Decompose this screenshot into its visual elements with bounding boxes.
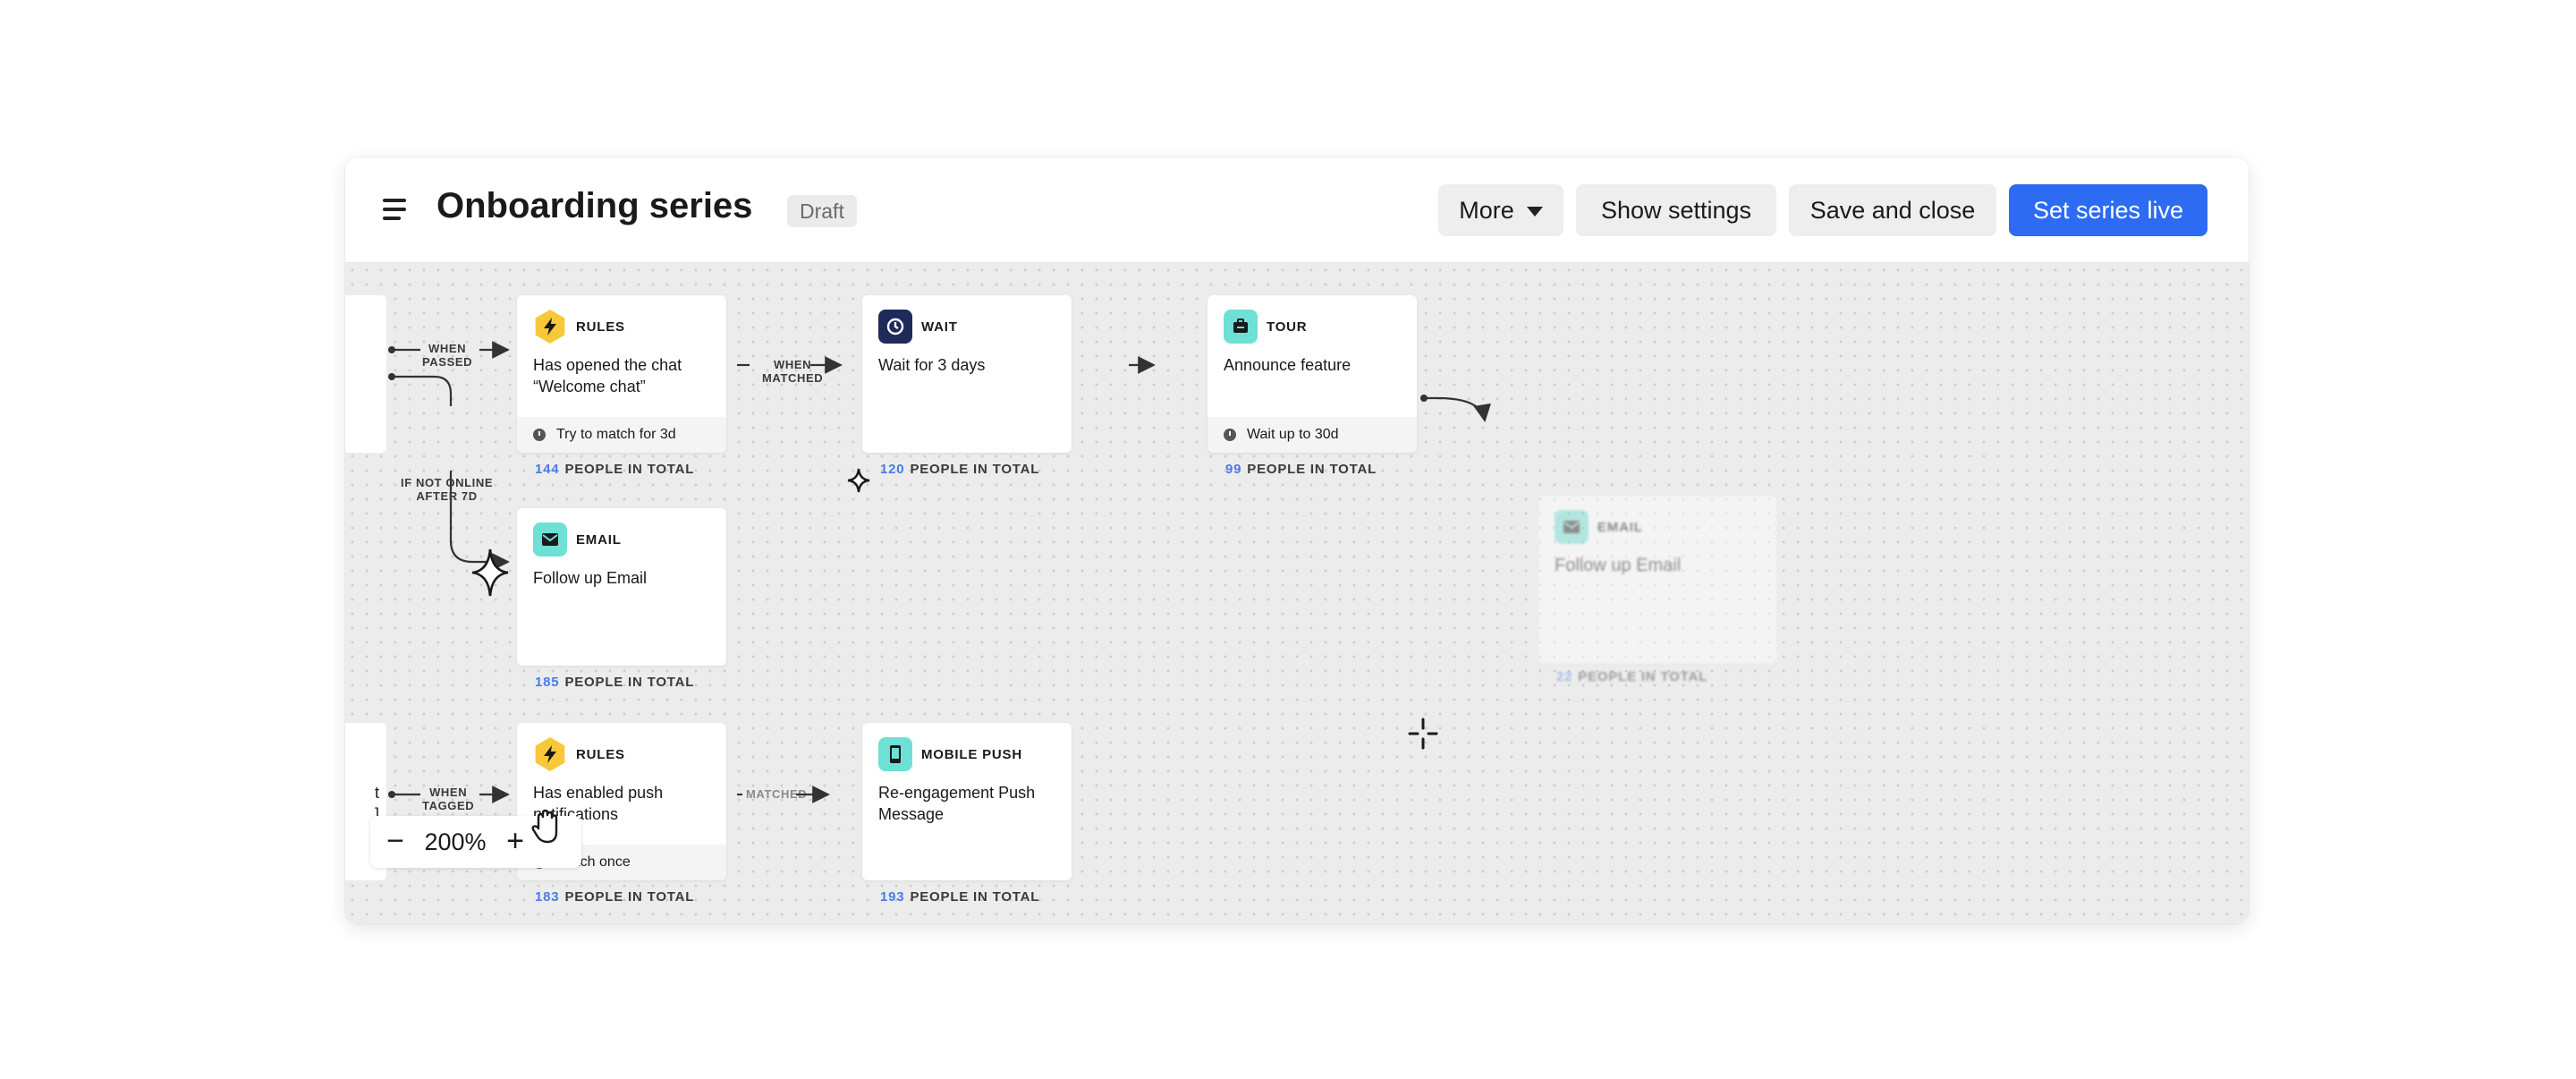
zoom-level: 200% [424,828,487,855]
set-series-live-button[interactable]: Set series live [2009,184,2207,236]
card-type-label: TOUR [1267,319,1308,335]
card-text: Wait for 3 days [878,356,986,374]
connector-line [392,375,453,406]
wait-card[interactable]: WAIT Wait for 3 days [862,295,1072,453]
connector-label-when-matched: WHEN MATCHED [762,358,824,385]
show-settings-button[interactable]: Show settings [1576,184,1776,236]
sparkle-icon [847,468,870,493]
connector-dot [388,373,395,380]
card-type-label: RULES [576,747,625,762]
email-icon [1555,510,1589,544]
card-text: Follow up Email [533,569,648,587]
dragging-email-card[interactable]: EMAIL Follow up Email 22 PEOPLE IN TOTAL [1538,496,1780,684]
hamburger-menu-icon[interactable] [383,197,408,222]
card-type-label: EMAIL [576,532,622,548]
people-count: 99 PEOPLE IN TOTAL [1225,462,1377,477]
people-count: 183 PEOPLE IN TOTAL [535,889,695,905]
tour-icon [1224,310,1258,344]
card-text: Announce feature [1224,356,1352,374]
card-footer: Try to match for 3d [517,417,726,453]
more-button-label: More [1459,197,1514,224]
connector-label-matched: MATCHED [746,787,808,801]
connector-line [1424,396,1491,422]
sparkle-icon [471,548,509,597]
clock-icon [1224,429,1236,441]
card-text: Re-engagement Push Message [878,784,1036,823]
mobile-push-card[interactable]: MOBILE PUSH Re-engagement Push Message [862,723,1072,880]
people-count: 144 PEOPLE IN TOTAL [535,462,695,477]
series-canvas[interactable]: t ] WHEN PASSED IF NOT ONLINE AFTER 7D WHE… [345,263,2249,923]
card-text: Has opened the chat “Welcome chat” [533,356,682,395]
card-text: Follow up Email [1555,556,1682,575]
partial-card-top[interactable] [345,295,386,453]
save-and-close-button[interactable]: Save and close [1789,184,1996,236]
connector-dot [388,791,395,798]
people-count: 185 PEOPLE IN TOTAL [535,675,695,690]
people-count: 120 PEOPLE IN TOTAL [880,462,1040,477]
caret-down-icon [1526,207,1543,217]
card-footer: Wait up to 30d [1208,417,1417,453]
more-button[interactable]: More [1438,184,1563,236]
clock-icon [533,429,546,441]
connector-dot [1420,395,1428,402]
tour-card[interactable]: TOUR Announce feature Wait up to 30d [1208,295,1417,453]
card-type-label: WAIT [921,319,958,335]
partial-card-text: t [374,784,379,802]
card-type-label: RULES [576,319,625,335]
rules-card-chat[interactable]: RULES Has opened the chat “Welcome chat”… [517,295,726,453]
connector-label-when-passed: WHEN PASSED [422,342,473,369]
card-type-label: EMAIL [1597,520,1643,535]
clock-icon [878,310,912,344]
mobile-phone-icon [878,737,912,771]
header-bar: Onboarding series Draft More Show settin… [345,157,2249,263]
status-badge: Draft [787,195,857,227]
people-count: 193 PEOPLE IN TOTAL [880,889,1040,905]
connector-dot [388,346,395,353]
app-window: Onboarding series Draft More Show settin… [345,157,2249,923]
lightning-icon [535,310,565,344]
card-type-label: MOBILE PUSH [921,747,1022,762]
connector-label-if-not-online: IF NOT ONLINE AFTER 7D [401,476,494,503]
email-icon [533,523,567,556]
lightning-icon [535,737,565,771]
sparkle-burst-icon [1408,718,1438,750]
people-count: 22 PEOPLE IN TOTAL [1556,669,1708,684]
hand-cursor-icon [531,809,558,844]
ghost-card: EMAIL Follow up Email [1538,496,1776,664]
email-card[interactable]: EMAIL Follow up Email [517,508,726,666]
zoom-out-button[interactable]: − [376,821,415,862]
connector-label-when-tagged: WHEN TAGGED [422,786,475,812]
page-title: Onboarding series [436,186,753,225]
